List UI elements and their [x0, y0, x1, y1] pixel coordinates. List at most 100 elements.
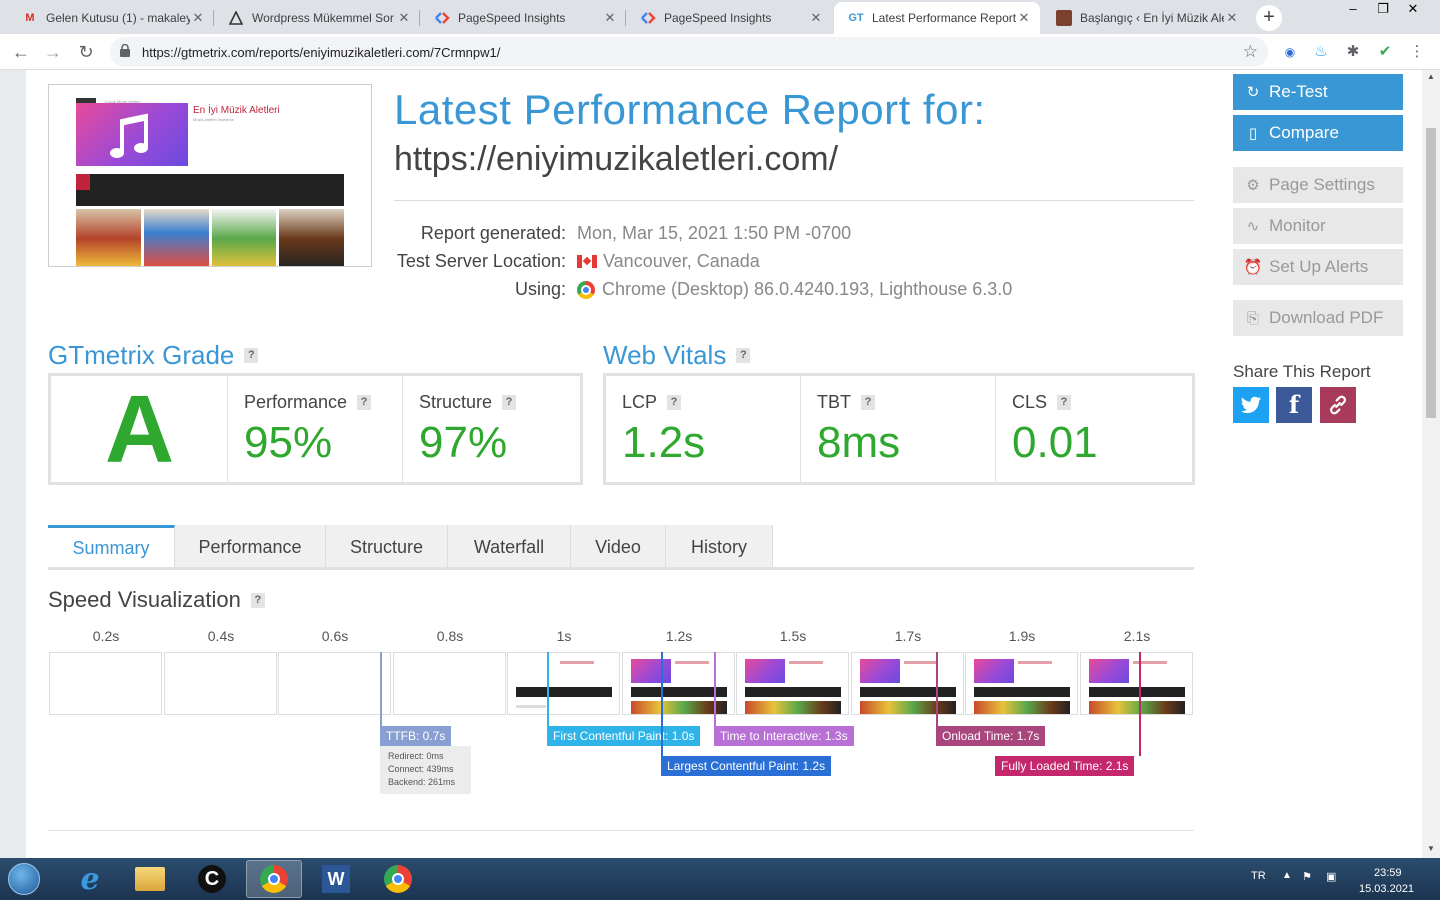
address-bar[interactable]: https://gtmetrix.com/reports/eniyimuzika…: [110, 37, 1268, 67]
minimize-button[interactable]: –: [1338, 0, 1368, 20]
close-icon[interactable]: ✕: [396, 10, 412, 26]
filmstrip-frame[interactable]: [622, 652, 735, 715]
file-explorer-icon[interactable]: [122, 860, 178, 898]
browser-tab[interactable]: Başlangıç ‹ En İyi Müzik Ale ✕: [1042, 2, 1248, 34]
tab-waterfall[interactable]: Waterfall: [448, 525, 571, 570]
tab-video[interactable]: Video: [571, 525, 666, 570]
word-icon[interactable]: W: [308, 860, 364, 898]
using-value: Chrome (Desktop) 86.0.4240.193, Lighthou…: [577, 279, 1012, 300]
browser-tab[interactable]: Wordpress Mükemmel Sor ✕: [214, 2, 420, 34]
thumb-navbar: [76, 174, 344, 206]
extension-icon[interactable]: ◉: [1279, 41, 1301, 63]
retest-button[interactable]: ↻ Re-Test: [1233, 74, 1403, 110]
action-center-icon[interactable]: ⚑: [1302, 870, 1312, 883]
windows-start-icon: [8, 863, 40, 895]
help-icon[interactable]: ?: [357, 395, 372, 410]
back-arrow-icon[interactable]: ←: [9, 40, 33, 64]
copy-link-button[interactable]: [1320, 387, 1356, 423]
location-text: Vancouver, Canada: [603, 251, 760, 271]
ttfb-marker-line: [380, 652, 382, 726]
close-icon[interactable]: ✕: [602, 10, 618, 26]
help-icon[interactable]: ?: [861, 395, 875, 410]
filmstrip-frame[interactable]: [393, 652, 506, 715]
fully-loaded-marker-line: [1139, 652, 1141, 756]
download-pdf-button[interactable]: ⎘ Download PDF: [1233, 300, 1403, 336]
extension-icon[interactable]: ✔: [1374, 41, 1396, 63]
report-url[interactable]: https://eniyimuzikaletleri.com/: [394, 140, 838, 179]
window-close-button[interactable]: ✕: [1398, 0, 1428, 20]
pagespeed-icon: [640, 10, 656, 26]
twitter-share-button[interactable]: [1233, 387, 1269, 423]
chrome-taskbar-icon[interactable]: [370, 860, 426, 898]
divider: [48, 830, 1194, 831]
tbt-label: TBT?: [817, 392, 875, 413]
facebook-share-button[interactable]: f: [1276, 387, 1312, 423]
frame-time-label: 0.4s: [207, 628, 235, 644]
lcp-value: 1.2s: [622, 418, 706, 467]
tab-history[interactable]: History: [666, 525, 773, 570]
frame-time-label: 0.2s: [92, 628, 120, 644]
grade-title-text: GTmetrix Grade: [48, 340, 235, 370]
filmstrip-frame[interactable]: [851, 652, 964, 715]
help-icon[interactable]: ?: [1057, 395, 1072, 410]
menu-icon[interactable]: ⋮: [1406, 41, 1428, 63]
tab-summary[interactable]: Summary: [48, 525, 175, 570]
filmstrip-frame[interactable]: [164, 652, 277, 715]
frame-time-label: 1.5s: [779, 628, 807, 644]
grade-panel: A Performance? 95% Structure? 97%: [48, 373, 583, 485]
filmstrip-frame[interactable]: [278, 652, 391, 715]
extension-icon[interactable]: ♨: [1310, 41, 1332, 63]
frame-time-label: 1.7s: [894, 628, 922, 644]
ccleaner-icon[interactable]: C: [184, 860, 240, 898]
compare-button[interactable]: ▯ Compare: [1233, 115, 1403, 151]
filmstrip-frame[interactable]: [49, 652, 162, 715]
scrollbar-thumb[interactable]: [1426, 128, 1436, 418]
monitor-button[interactable]: ∿ Monitor: [1233, 208, 1403, 244]
close-icon[interactable]: ✕: [190, 10, 206, 26]
redirect-time: Redirect: 0ms: [388, 751, 444, 761]
star-icon[interactable]: ☆: [1243, 42, 1258, 62]
clock-date[interactable]: 15.03.2021: [1359, 883, 1414, 895]
new-tab-button[interactable]: +: [1256, 5, 1282, 31]
pagespeed-icon: [434, 10, 450, 26]
browser-tab[interactable]: PageSpeed Insights ✕: [626, 2, 832, 34]
internet-explorer-icon[interactable]: e: [62, 860, 118, 898]
tab-performance[interactable]: Performance: [175, 525, 326, 570]
puzzle-icon[interactable]: ✱: [1342, 41, 1364, 63]
browser-tab[interactable]: M Gelen Kutusu (1) - makaley ✕: [8, 2, 214, 34]
help-icon[interactable]: ?: [244, 348, 259, 363]
help-icon[interactable]: ?: [736, 348, 751, 363]
fully-loaded-marker: Fully Loaded Time: 2.1s: [995, 756, 1135, 776]
close-icon[interactable]: ✕: [1016, 10, 1032, 26]
filmstrip-frame[interactable]: [736, 652, 849, 715]
help-icon[interactable]: ?: [250, 592, 265, 608]
lcp-label: LCP?: [622, 392, 682, 413]
language-indicator[interactable]: TR: [1251, 870, 1266, 882]
help-icon[interactable]: ?: [502, 395, 517, 410]
close-icon[interactable]: ✕: [808, 10, 824, 26]
clock-time[interactable]: 23:59: [1374, 867, 1402, 879]
close-icon[interactable]: ✕: [1224, 10, 1240, 26]
tab-structure[interactable]: Structure: [326, 525, 448, 570]
page-settings-button[interactable]: ⚙ Page Settings: [1233, 167, 1403, 203]
scroll-down-arrow[interactable]: ▼: [1426, 844, 1436, 853]
scrollbar[interactable]: ▲ ▼: [1422, 70, 1440, 858]
browser-tab[interactable]: PageSpeed Insights ✕: [420, 2, 626, 34]
chrome-taskbar-icon[interactable]: [246, 860, 302, 898]
reload-icon[interactable]: ↻: [74, 40, 98, 64]
music-note-icon: [76, 103, 188, 166]
network-icon[interactable]: ▣: [1326, 870, 1336, 883]
browser-tab-active[interactable]: GT Latest Performance Report ✕: [834, 2, 1040, 34]
filmstrip-frame[interactable]: [507, 652, 620, 715]
tray-arrow-icon[interactable]: ▲: [1282, 870, 1292, 881]
forward-arrow-icon[interactable]: →: [41, 40, 65, 64]
scroll-up-arrow[interactable]: ▲: [1426, 72, 1436, 81]
structure-label: Structure?: [419, 392, 517, 413]
start-button[interactable]: [0, 860, 48, 898]
maximize-button[interactable]: ❐: [1368, 0, 1398, 20]
os-taskbar: e C W TR ▲ ⚑ ▣ 23:59 15.03.2021: [0, 858, 1440, 900]
help-icon[interactable]: ?: [667, 395, 682, 410]
set-up-alerts-button[interactable]: ⏰ Set Up Alerts: [1233, 249, 1403, 285]
filmstrip-frame[interactable]: [1080, 652, 1193, 715]
filmstrip-frame[interactable]: [965, 652, 1078, 715]
